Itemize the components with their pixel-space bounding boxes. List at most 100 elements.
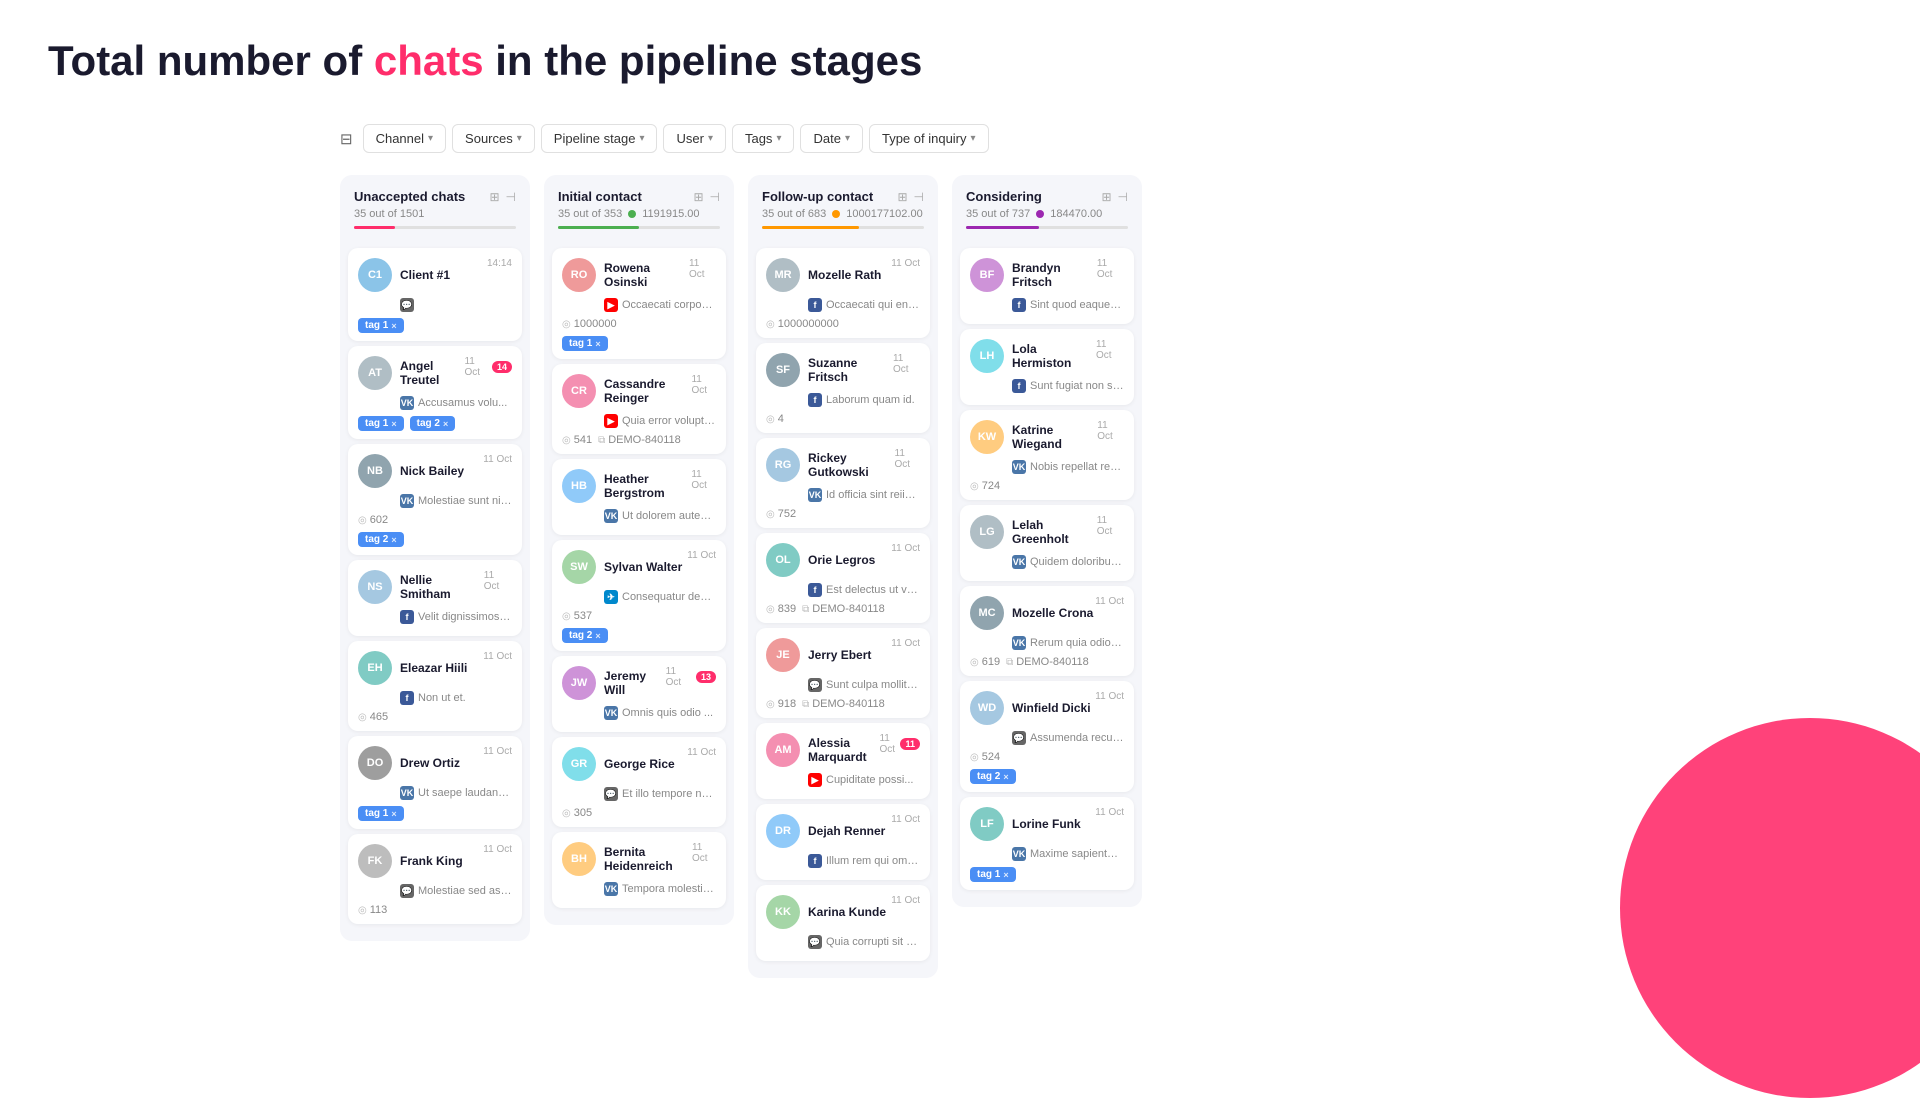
card-bh[interactable]: BH Bernita Heidenreich 11 Oct VK Tempora… — [552, 832, 726, 908]
card-hb[interactable]: HB Heather Bergstrom 11 Oct VK Ut dolore… — [552, 459, 726, 535]
filter-btn-tags[interactable]: Tags▾ — [732, 124, 795, 153]
total-value: 1191915.00 — [642, 208, 699, 220]
card-c1[interactable]: C1 Client #1 14:14 💬 tag 1 × — [348, 248, 522, 341]
source-icon: 💬 — [604, 787, 618, 801]
card-jw[interactable]: JW Jeremy Will 11 Oct 13 VK Omnis quis o… — [552, 656, 726, 732]
card-sw[interactable]: SW Sylvan Walter 11 Oct ✈ Consequatur de… — [552, 540, 726, 651]
num-icon: ◎ — [562, 435, 571, 446]
num-icon: ◎ — [766, 509, 775, 520]
card-header: HB Heather Bergstrom 11 Oct — [562, 469, 716, 503]
tag-close[interactable]: × — [391, 321, 396, 331]
avatar: MR — [766, 258, 800, 292]
card-mc[interactable]: MC Mozelle Crona 11 Oct VK Rerum quia od… — [960, 586, 1134, 676]
card-kk[interactable]: KK Karina Kunde 11 Oct 💬 Quia corrupti s… — [756, 885, 930, 961]
filter-btn-type-of-inquiry[interactable]: Type of inquiry▾ — [869, 124, 989, 153]
card-je[interactable]: JE Jerry Ebert 11 Oct 💬 Sunt culpa molli… — [756, 628, 930, 718]
card-nb[interactable]: NB Nick Bailey 11 Oct VK Molestiae sunt … — [348, 444, 522, 555]
card-preview: Sint quod eaque praes... — [1030, 299, 1124, 311]
card-cr[interactable]: CR Cassandre Reinger 11 Oct ▶ Quia error… — [552, 364, 726, 454]
card-name: Winfield Dicki — [1012, 701, 1091, 715]
collapse-icon[interactable]: ⊣ — [506, 190, 516, 204]
progress-bar — [966, 226, 1128, 229]
tag-close[interactable]: × — [391, 809, 396, 819]
card-nums: ◎113 — [358, 904, 512, 916]
title-highlight: chats — [374, 37, 484, 84]
tag-close[interactable]: × — [595, 339, 600, 349]
grid-icon[interactable]: ⊞ — [489, 190, 499, 204]
filter-btn-pipeline-stage[interactable]: Pipeline stage▾ — [541, 124, 658, 153]
card-fk[interactable]: FK Frank King 11 Oct 💬 Molestiae sed asp… — [348, 834, 522, 924]
card-date: 11 Oct — [483, 454, 512, 465]
tag-close[interactable]: × — [443, 419, 448, 429]
card-preview: Accusamus volu... — [418, 397, 507, 409]
grid-icon[interactable]: ⊞ — [693, 190, 703, 204]
source-icon: VK — [604, 882, 618, 896]
collapse-icon[interactable]: ⊣ — [710, 190, 720, 204]
collapse-icon[interactable]: ⊣ — [1118, 190, 1128, 204]
card-source-row: f Est delectus ut volupt... — [808, 583, 920, 597]
filter-label: Sources — [465, 131, 513, 146]
card-header: WD Winfield Dicki 11 Oct — [970, 691, 1124, 725]
card-header: OL Orie Legros 11 Oct — [766, 543, 920, 577]
card-rg[interactable]: RG Rickey Gutkowski 11 Oct VK Id officia… — [756, 438, 930, 528]
card-lh[interactable]: LH Lola Hermiston 11 Oct f Sunt fugiat n… — [960, 329, 1134, 405]
card-am[interactable]: AM Alessia Marquardt 11 Oct 11 ▶ Cupidit… — [756, 723, 930, 799]
card-sf[interactable]: SF Suzanne Fritsch 11 Oct f Laborum quam… — [756, 343, 930, 433]
num-icon: ◎ — [562, 611, 571, 622]
card-mr[interactable]: MR Mozelle Rath 11 Oct f Occaecati qui e… — [756, 248, 930, 338]
card-date: 11 Oct — [484, 570, 512, 592]
card-eh[interactable]: EH Eleazar Hiili 11 Oct f Non ut et. ◎46… — [348, 641, 522, 731]
card-lg[interactable]: LG Lelah Greenholt 11 Oct VK Quidem dolo… — [960, 505, 1134, 581]
card-ns[interactable]: NS Nellie Smitham 11 Oct f Velit digniss… — [348, 560, 522, 636]
card-preview: Sunt culpa mollitia no... — [826, 679, 920, 691]
filter-btn-sources[interactable]: Sources▾ — [452, 124, 535, 153]
progress-bar — [762, 226, 924, 229]
avatar: DR — [766, 814, 800, 848]
card-date: 11 Oct — [464, 356, 488, 378]
card-kw[interactable]: KW Katrine Wiegand 11 Oct VK Nobis repel… — [960, 410, 1134, 500]
column-title: Follow-up contact — [762, 189, 873, 204]
tag-close[interactable]: × — [595, 631, 600, 641]
tag-close[interactable]: × — [1003, 772, 1008, 782]
card-badge: 14 — [492, 361, 512, 373]
avatar: BF — [970, 258, 1004, 292]
card-gr[interactable]: GR George Rice 11 Oct 💬 Et illo tempore … — [552, 737, 726, 827]
avatar: KW — [970, 420, 1004, 454]
filter-btn-channel[interactable]: Channel▾ — [363, 124, 446, 153]
card-tags: tag 1 × — [970, 867, 1124, 882]
source-icon: 💬 — [400, 884, 414, 898]
avatar: C1 — [358, 258, 392, 292]
grid-icon[interactable]: ⊞ — [1101, 190, 1111, 204]
tag-close[interactable]: × — [391, 535, 396, 545]
avatar: AT — [358, 356, 392, 390]
card-preview: Omnis quis odio ... — [622, 707, 713, 719]
card-label: ⧉DEMO-840118 — [598, 434, 681, 446]
card-ro[interactable]: RO Rowena Osinski 11 Oct ▶ Occaecati cor… — [552, 248, 726, 359]
card-left: RO Rowena Osinski — [562, 258, 689, 292]
card-lf[interactable]: LF Lorine Funk 11 Oct VK Maxime sapiente… — [960, 797, 1134, 890]
filter-btn-date[interactable]: Date▾ — [800, 124, 863, 153]
column-header: Initial contact ⊞ ⊣ 35 out of 353 119191… — [544, 175, 734, 243]
collapse-icon[interactable]: ⊣ — [914, 190, 924, 204]
source-icon: f — [1012, 298, 1026, 312]
card-preview: Cupiditate possi... — [826, 774, 913, 786]
source-icon: 💬 — [400, 298, 414, 312]
tag-close[interactable]: × — [1003, 870, 1008, 880]
avatar: NB — [358, 454, 392, 488]
chevron-down-icon: ▾ — [971, 133, 976, 144]
card-date: 11 Oct — [1097, 420, 1124, 442]
filter-btn-user[interactable]: User▾ — [663, 124, 725, 153]
card-do[interactable]: DO Drew Ortiz 11 Oct VK Ut saepe laudant… — [348, 736, 522, 829]
card-wd[interactable]: WD Winfield Dicki 11 Oct 💬 Assumenda rec… — [960, 681, 1134, 792]
card-ol[interactable]: OL Orie Legros 11 Oct f Est delectus ut … — [756, 533, 930, 623]
card-left: AM Alessia Marquardt — [766, 733, 879, 767]
card-at[interactable]: AT Angel Treutel 11 Oct 14 VK Accusamus … — [348, 346, 522, 439]
grid-icon[interactable]: ⊞ — [897, 190, 907, 204]
card-date: 11 Oct — [891, 814, 920, 825]
tag-close[interactable]: × — [391, 419, 396, 429]
card-bf[interactable]: BF Brandyn Fritsch 11 Oct f Sint quod ea… — [960, 248, 1134, 324]
source-icon: 💬 — [808, 678, 822, 692]
card-date: 11 Oct — [483, 844, 512, 855]
card-dr[interactable]: DR Dejah Renner 11 Oct f Illum rem qui o… — [756, 804, 930, 880]
card-name: Bernita Heidenreich — [604, 845, 692, 873]
